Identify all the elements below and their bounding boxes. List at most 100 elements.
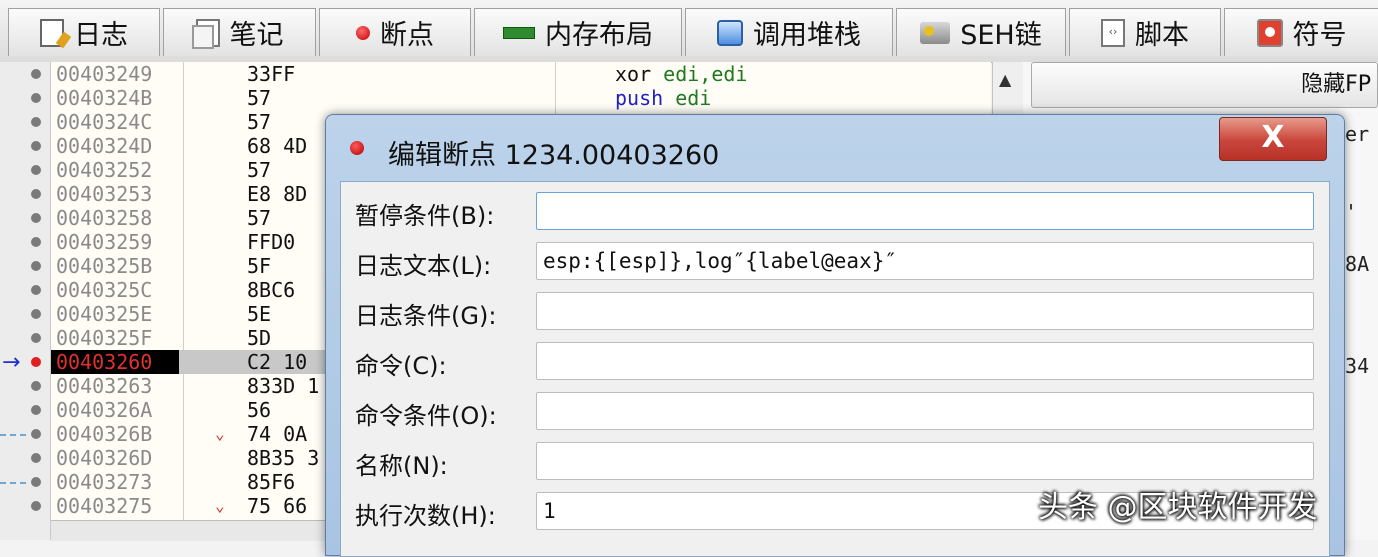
field-pause-condition: 暂停条件(B):: [341, 190, 1329, 234]
pause-condition-input[interactable]: [536, 192, 1314, 230]
field-label: 日志条件(G):: [355, 302, 497, 330]
instruction-bytes: 5D: [247, 326, 272, 350]
asm-operands: edi,edi: [663, 62, 748, 86]
instruction-address: 00403252: [56, 158, 153, 182]
inactive-dot-icon[interactable]: [31, 381, 41, 391]
table-row[interactable]: 00403249 33FF: [51, 62, 991, 86]
field-label: 名称(N):: [355, 452, 448, 480]
dialog-title: 编辑断点 1234.00403260: [388, 140, 720, 171]
tab-symbols[interactable]: 符号: [1224, 8, 1378, 56]
tab-breakpoints[interactable]: 断点: [319, 8, 471, 56]
field-name: 名称(N):: [341, 440, 1329, 484]
asm-mnemonic: push: [615, 86, 664, 110]
instruction-bytes: 8B35 3: [247, 446, 320, 470]
log-text-input[interactable]: [536, 242, 1314, 280]
instruction-bytes: 833D 1: [247, 374, 320, 398]
inactive-dot-icon[interactable]: [31, 429, 41, 439]
notes-icon: [191, 18, 220, 49]
instruction-bytes: 8BC6: [247, 278, 296, 302]
name-input[interactable]: [536, 442, 1314, 480]
instruction-bytes: 5E: [247, 302, 272, 326]
command-input[interactable]: [536, 342, 1314, 380]
inactive-dot-icon[interactable]: [31, 333, 41, 343]
call-stack-icon: [717, 19, 743, 46]
inactive-dot-icon[interactable]: [31, 501, 41, 511]
instruction-bytes: FFD0: [247, 230, 296, 254]
tab-label: 调用堆栈: [753, 20, 861, 51]
field-log-text: 日志文本(L):: [341, 240, 1329, 284]
instruction-bytes: 85F6: [247, 470, 296, 494]
inactive-dot-icon[interactable]: [31, 261, 41, 271]
instruction-address: 00403249: [56, 62, 153, 86]
asm-line[interactable]: xor edi,edi: [615, 62, 747, 86]
field-command: 命令(C):: [341, 340, 1329, 384]
field-label: 执行次数(H):: [355, 502, 496, 530]
instruction-address: 00403273: [56, 470, 153, 494]
inactive-dot-icon[interactable]: [31, 405, 41, 415]
instruction-address: 0040325F: [56, 326, 153, 350]
breakpoint-icon: [356, 25, 370, 40]
tab-memory-map[interactable]: 内存布局: [474, 8, 682, 56]
inactive-dot-icon[interactable]: [31, 309, 41, 319]
instruction-bytes: C2 10: [247, 350, 308, 374]
instruction-address: 0040325B: [56, 254, 153, 278]
instruction-address: 00403259: [56, 230, 153, 254]
field-label: 命令条件(O):: [355, 402, 497, 430]
field-command-condition: 命令条件(O):: [341, 390, 1329, 434]
tab-call-stack[interactable]: 调用堆栈: [685, 8, 893, 56]
instruction-address: 0040326A: [56, 398, 153, 422]
tab-log[interactable]: 日志: [8, 8, 160, 56]
inactive-dot-icon[interactable]: [31, 213, 41, 223]
tab-label: 笔记: [229, 20, 284, 51]
inactive-dot-icon[interactable]: [31, 93, 41, 103]
field-label: 日志文本(L):: [355, 252, 492, 280]
inactive-dot-icon[interactable]: [31, 141, 41, 151]
tab-seh-chain[interactable]: SEH链: [896, 8, 1066, 56]
instruction-address: 00403275: [56, 494, 153, 518]
inactive-dot-icon[interactable]: [31, 453, 41, 463]
inactive-dot-icon[interactable]: [31, 189, 41, 199]
close-button[interactable]: X: [1219, 117, 1327, 161]
tab-notes[interactable]: 笔记: [163, 8, 316, 56]
inactive-dot-icon[interactable]: [31, 69, 41, 79]
tab-bar: 日志 笔记 断点 内存布局 调用堆栈 SEH链 ‹› 脚本 符号: [0, 0, 1378, 63]
breakpoint-dot-icon[interactable]: [31, 357, 41, 367]
command-condition-input[interactable]: [536, 392, 1314, 430]
log-condition-input[interactable]: [536, 292, 1314, 330]
tab-label: 内存布局: [545, 20, 653, 51]
instruction-address: 0040324B: [56, 86, 153, 110]
jump-line: [0, 482, 26, 484]
jump-down-icon: ⌄: [215, 496, 225, 515]
tab-label: 断点: [380, 20, 434, 51]
instruction-bytes: 57: [247, 158, 272, 182]
tab-label: SEH链: [960, 20, 1042, 51]
field-log-condition: 日志条件(G):: [341, 290, 1329, 334]
breakpoint-gutter[interactable]: [0, 62, 51, 540]
scroll-up-arrow-icon[interactable]: ▲: [999, 70, 1011, 89]
instruction-address: 00403253: [56, 182, 153, 206]
inactive-dot-icon[interactable]: [31, 237, 41, 247]
memory-map-icon: [503, 26, 535, 39]
inactive-dot-icon[interactable]: [31, 117, 41, 127]
instruction-address: 0040324D: [56, 134, 153, 158]
table-row[interactable]: 0040324B 57: [51, 86, 991, 110]
instruction-address: 0040324C: [56, 110, 153, 134]
instruction-address: 00403263: [56, 374, 153, 398]
inactive-dot-icon[interactable]: [31, 285, 41, 295]
asm-mnemonic: xor: [615, 62, 652, 86]
jump-line: [0, 434, 26, 436]
hide-fpu-button[interactable]: 隐藏FP: [1031, 62, 1378, 108]
inactive-dot-icon[interactable]: [31, 477, 41, 487]
field-label: 暂停条件(B):: [355, 202, 495, 230]
breakpoint-icon: [350, 141, 364, 155]
instruction-bytes: 56: [247, 398, 272, 422]
tab-script[interactable]: ‹› 脚本: [1069, 8, 1221, 56]
inactive-dot-icon[interactable]: [31, 165, 41, 175]
instruction-address: 00403258: [56, 206, 153, 230]
tab-label: 脚本: [1135, 20, 1189, 51]
instruction-address: 0040325C: [56, 278, 153, 302]
instruction-bytes: 5F: [247, 254, 272, 278]
asm-line[interactable]: push edi: [615, 86, 711, 110]
jump-down-icon: ⌄: [215, 424, 225, 443]
instruction-address: 0040326B: [56, 422, 153, 446]
